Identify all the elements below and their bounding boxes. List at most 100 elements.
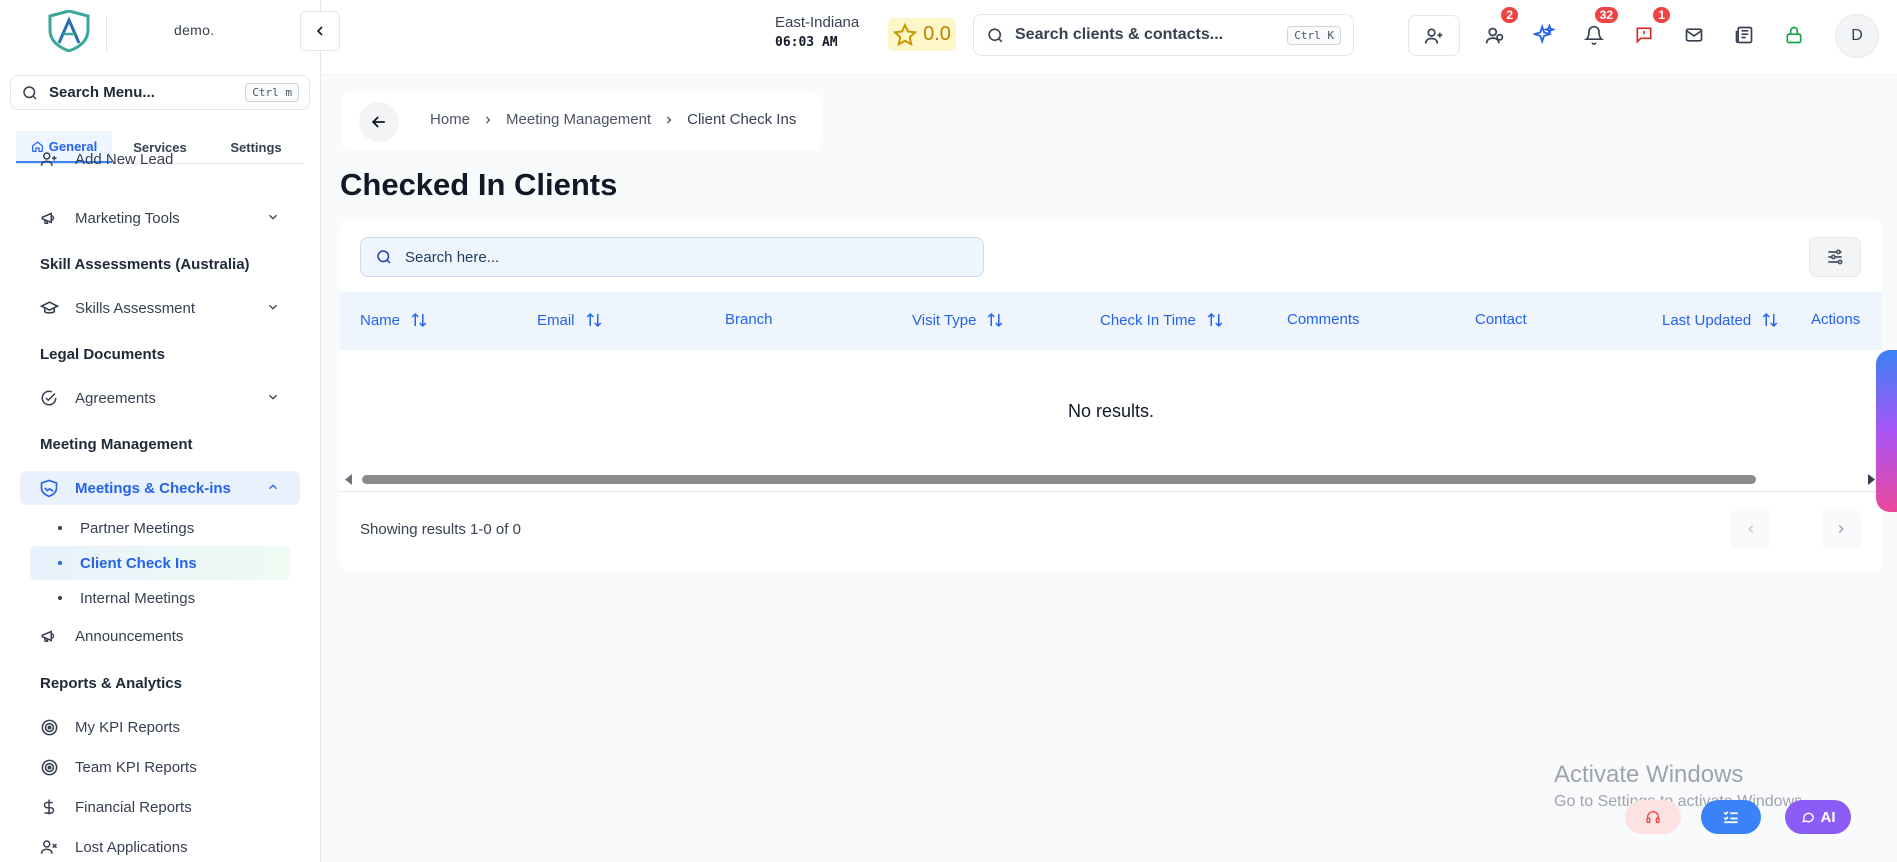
chevron-down-icon xyxy=(269,394,277,400)
global-search-shortcut: Ctrl K xyxy=(1287,25,1341,45)
sort-icon[interactable] xyxy=(410,311,428,329)
horizontal-scrollbar[interactable] xyxy=(340,472,1882,486)
sidebar-subitem-label: Client Check Ins xyxy=(80,554,197,572)
next-page-button[interactable] xyxy=(1821,509,1861,549)
sidebar-item-label: Marketing Tools xyxy=(75,209,180,227)
sort-icon[interactable] xyxy=(1206,311,1224,329)
user-avatar[interactable]: D xyxy=(1835,14,1879,58)
page-title: Checked In Clients xyxy=(340,167,618,202)
sidebar-item-marketing-tools[interactable]: Marketing Tools xyxy=(20,201,300,235)
column-header-comments: Comments xyxy=(1287,311,1360,328)
chevron-up-icon xyxy=(269,484,277,490)
contacts-button[interactable]: 2 xyxy=(1474,5,1520,55)
user-x-icon xyxy=(39,837,59,857)
scrollbar-thumb[interactable] xyxy=(362,475,1756,484)
column-label: Contact xyxy=(1475,311,1527,328)
sort-icon[interactable] xyxy=(986,311,1004,329)
column-header-email[interactable]: Email xyxy=(537,311,603,329)
side-panel-tab[interactable] xyxy=(1876,350,1897,512)
sidebar-subitem-label: Partner Meetings xyxy=(80,519,195,537)
sidebar-subitem-client-check-ins[interactable]: Client Check Ins xyxy=(30,546,290,580)
lock-button[interactable] xyxy=(1774,15,1814,55)
sidebar-item-agreements[interactable]: Agreements xyxy=(20,381,300,415)
breadcrumb-home[interactable]: Home xyxy=(430,111,470,128)
rating-badge[interactable]: 0.0 xyxy=(888,18,956,51)
bullet xyxy=(58,596,62,600)
global-search[interactable]: Search clients & contacts... Ctrl K xyxy=(973,14,1354,56)
scroll-left-icon[interactable] xyxy=(344,474,354,485)
sort-icon[interactable] xyxy=(1761,311,1779,329)
back-button[interactable] xyxy=(359,102,399,142)
chevron-left-icon xyxy=(316,26,323,36)
column-header-actions: Actions xyxy=(1811,311,1860,328)
sidebar-item-announcements[interactable]: Announcements xyxy=(20,619,300,653)
column-filter-button[interactable] xyxy=(1809,237,1861,277)
add-contact-button[interactable] xyxy=(1408,15,1460,56)
sidebar-item-label: Skills Assessment xyxy=(75,299,196,317)
search-icon xyxy=(23,85,37,100)
collapse-sidebar-button[interactable] xyxy=(300,11,340,51)
sidebar-item-label: My KPI Reports xyxy=(75,718,181,736)
table-header: Name Email Branch Visit Type Check In Ti… xyxy=(340,292,1882,350)
checked-in-clients-table: Search here... Name Email Branch Visit T… xyxy=(340,219,1882,571)
sidebar-item-label: Financial Reports xyxy=(75,798,192,816)
sidebar-item-lost-applications[interactable]: Lost Applications xyxy=(20,830,300,862)
notifications-button[interactable]: 32 xyxy=(1574,5,1620,55)
news-button[interactable] xyxy=(1724,15,1764,55)
menu-search[interactable]: Search Menu... Ctrl m xyxy=(10,75,310,110)
star-icon xyxy=(893,22,918,46)
column-label: Check In Time xyxy=(1100,311,1196,329)
messages-badge: 1 xyxy=(1651,5,1672,25)
sort-icon[interactable] xyxy=(585,311,603,329)
column-label: Visit Type xyxy=(912,311,977,329)
sidebar-item-financial-reports[interactable]: Financial Reports xyxy=(20,790,300,824)
logo-text: demo. xyxy=(174,22,215,38)
sidebar-subitem-internal-meetings[interactable]: Internal Meetings xyxy=(30,581,290,615)
sidebar-item-skills-assessment[interactable]: Skills Assessment xyxy=(20,291,300,325)
section-title-skill-assessments: Skill Assessments (Australia) xyxy=(40,256,250,273)
checklist-icon xyxy=(1723,811,1738,824)
task-list-button[interactable] xyxy=(1701,800,1761,834)
sparkle-icon xyxy=(1533,24,1555,45)
top-header: East-Indiana 06:03 AM 0.0 Search clients… xyxy=(321,0,1897,75)
bullet xyxy=(58,561,62,565)
sidebar-item-add-new-lead[interactable]: Add New Lead xyxy=(20,142,300,176)
sidebar-item-meetings-checkins[interactable]: Meetings & Check-ins xyxy=(20,471,300,505)
notifications-badge: 32 xyxy=(1592,5,1620,25)
app-logo-icon[interactable] xyxy=(46,10,92,52)
chevron-down-icon xyxy=(269,214,277,220)
column-header-visit-type[interactable]: Visit Type xyxy=(912,311,1004,329)
previous-page-button[interactable] xyxy=(1731,509,1771,549)
ai-assistant-button[interactable]: AI xyxy=(1785,800,1851,834)
scroll-right-icon[interactable] xyxy=(1866,474,1876,485)
megaphone-icon xyxy=(39,208,59,228)
support-button[interactable] xyxy=(1625,800,1681,834)
sidebar-item-label: Team KPI Reports xyxy=(75,758,197,776)
rating-value: 0.0 xyxy=(923,23,951,45)
sidebar-item-label: Announcements xyxy=(75,627,184,645)
sidebar-subitem-partner-meetings[interactable]: Partner Meetings xyxy=(30,511,290,545)
column-header-name[interactable]: Name xyxy=(360,311,428,329)
timezone-name: East-Indiana xyxy=(775,14,860,31)
messages-button[interactable]: 1 xyxy=(1624,5,1672,55)
sidebar-item-team-kpi-reports[interactable]: Team KPI Reports xyxy=(20,750,300,784)
column-label: Last Updated xyxy=(1662,311,1752,329)
mail-button[interactable] xyxy=(1674,15,1714,55)
watermark-subtitle: Go to Settings to activate Windows. xyxy=(1554,793,1807,810)
table-search-input[interactable]: Search here... xyxy=(360,237,984,277)
sidebar-item-label: Meetings & Check-ins xyxy=(75,479,231,497)
sidebar-item-my-kpi-reports[interactable]: My KPI Reports xyxy=(20,710,300,744)
sliders-icon xyxy=(1828,249,1843,265)
mail-icon xyxy=(1685,28,1703,42)
column-header-check-in-time[interactable]: Check In Time xyxy=(1100,311,1224,329)
column-header-last-updated[interactable]: Last Updated xyxy=(1662,311,1779,329)
column-label: Actions xyxy=(1811,311,1861,328)
breadcrumb-section[interactable]: Meeting Management xyxy=(506,111,651,128)
column-header-branch: Branch xyxy=(725,311,773,328)
column-label: Branch xyxy=(725,311,773,328)
chevron-right-icon xyxy=(1838,525,1844,533)
watermark-title: Activate Windows xyxy=(1554,761,1744,788)
ai-sparkle-button[interactable] xyxy=(1524,15,1564,55)
sidebar: demo. Search Menu... Ctrl m General Serv… xyxy=(0,0,321,862)
headset-icon xyxy=(1646,811,1660,823)
